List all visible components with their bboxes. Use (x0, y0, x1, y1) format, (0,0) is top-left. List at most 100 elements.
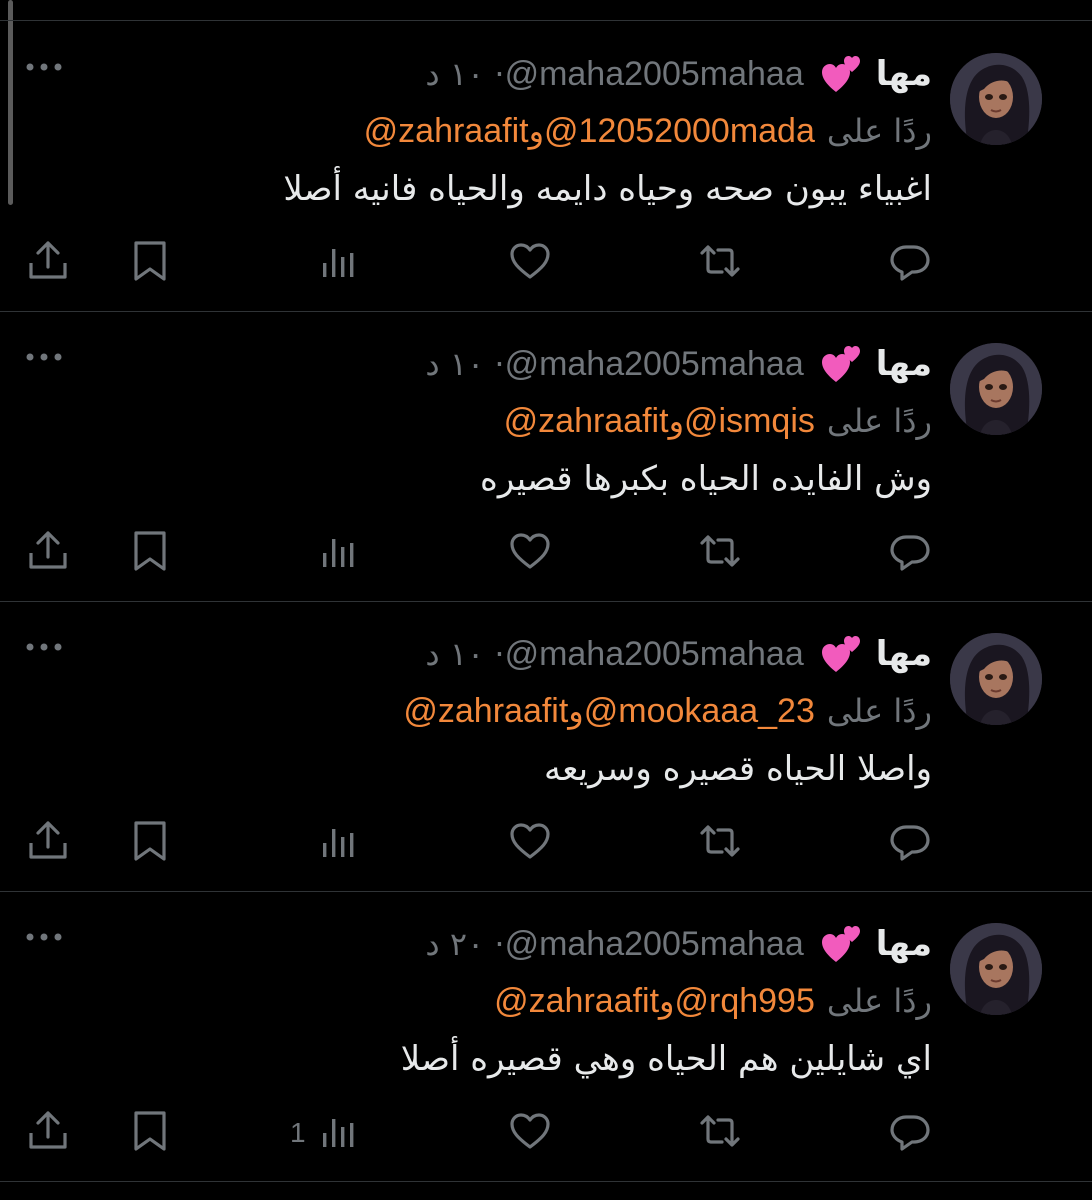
two-hearts-emoji-icon (821, 636, 860, 672)
bookmark-icon (134, 531, 166, 571)
retweet-icon (700, 825, 740, 857)
user-handle[interactable]: @maha2005mahaa (505, 55, 804, 94)
timestamp[interactable]: · ١٠ د (425, 55, 504, 93)
reply-button[interactable] (888, 239, 932, 283)
tweet[interactable]: مها @maha2005mahaa · ١٠ د ردًا على @1205… (0, 21, 1092, 312)
tweet-text: اي شايلين هم الحياه وهي قصيره أصلا (400, 1039, 932, 1079)
reply-icon (890, 1115, 930, 1151)
bookmark-button[interactable] (128, 1109, 172, 1153)
reply-prefix: ردًا على (826, 982, 932, 1020)
avatar[interactable] (950, 53, 1042, 145)
retweet-button[interactable] (698, 1109, 742, 1153)
display-name[interactable]: مها (876, 924, 932, 964)
bookmark-button[interactable] (128, 239, 172, 283)
tweet-header: مها @maha2005mahaa · ١٠ د (425, 49, 932, 99)
reply-context: ردًا على @rqh995 و @zahraafit (494, 975, 932, 1027)
share-icon (29, 241, 67, 279)
share-button[interactable] (26, 239, 70, 283)
two-hearts-emoji-icon (821, 56, 860, 92)
mention-link[interactable]: @zahraafit (403, 692, 568, 731)
retweet-icon (700, 245, 740, 277)
retweet-button[interactable] (698, 819, 742, 863)
tweet[interactable]: مها @maha2005mahaa · ١٠ د ردًا على @ismq… (0, 311, 1092, 602)
more-icon[interactable] (24, 61, 64, 73)
more-icon[interactable] (24, 641, 64, 653)
action-bar (0, 811, 1092, 871)
mention-link[interactable]: @zahraafit (504, 402, 669, 441)
bookmark-icon (134, 1111, 166, 1151)
like-icon (510, 243, 550, 279)
retweet-icon (700, 1115, 740, 1147)
bookmark-button[interactable] (128, 819, 172, 863)
like-button[interactable] (508, 819, 552, 863)
tweet[interactable]: مها @maha2005mahaa · ١٠ د ردًا على @mook… (0, 601, 1092, 892)
share-icon (29, 531, 67, 569)
views-icon (323, 1119, 354, 1147)
like-button[interactable] (508, 239, 552, 283)
user-handle[interactable]: @maha2005mahaa (505, 925, 804, 964)
retweet-button[interactable] (698, 529, 742, 573)
mention-link[interactable]: @zahraafit (364, 112, 529, 151)
tweet-text: واصلا الحياه قصيره وسريعه (544, 749, 932, 789)
user-handle[interactable]: @maha2005mahaa (505, 345, 804, 384)
avatar[interactable] (950, 343, 1042, 435)
tweet-text: اغبياء يبون صحه وحياه دايمه والحياه فاني… (283, 169, 932, 209)
reply-context: ردًا على @12052000mada و @zahraafit (364, 105, 932, 157)
views-button[interactable] (318, 239, 362, 283)
reply-icon (890, 535, 930, 571)
share-button[interactable] (26, 529, 70, 573)
display-name[interactable]: مها (876, 344, 932, 384)
tweet-header: مها @maha2005mahaa · ١٠ د (425, 339, 932, 389)
bookmark-icon (134, 241, 166, 281)
share-icon (29, 821, 67, 859)
tweet-header: مها @maha2005mahaa · ٢٠ د (425, 919, 932, 969)
tweet-header: مها @maha2005mahaa · ١٠ د (425, 629, 932, 679)
like-button[interactable] (508, 529, 552, 573)
conjunction: و (659, 982, 675, 1020)
bookmark-button[interactable] (128, 529, 172, 573)
mention-link[interactable]: @mookaaa_23 (584, 692, 815, 731)
retweet-icon (700, 535, 740, 567)
retweet-button[interactable] (698, 239, 742, 283)
display-name[interactable]: مها (876, 54, 932, 94)
views-icon (323, 249, 354, 277)
mention-link[interactable]: @rqh995 (674, 982, 814, 1021)
avatar[interactable] (950, 633, 1042, 725)
share-button[interactable] (26, 1109, 70, 1153)
reply-prefix: ردًا على (826, 402, 932, 440)
reply-prefix: ردًا على (826, 112, 932, 150)
mention-link[interactable]: @12052000mada (544, 112, 815, 151)
views-icon (323, 829, 354, 857)
reply-context: ردًا على @ismqis و @zahraafit (504, 395, 932, 447)
more-icon[interactable] (24, 931, 64, 943)
like-icon (510, 533, 550, 569)
conjunction: و (668, 402, 685, 440)
mention-link[interactable]: @ismqis (684, 402, 815, 441)
user-handle[interactable]: @maha2005mahaa (505, 635, 804, 674)
like-button[interactable] (508, 1109, 552, 1153)
bookmark-icon (134, 821, 166, 861)
action-bar (0, 521, 1092, 581)
like-icon (510, 1113, 550, 1149)
reply-button[interactable] (888, 819, 932, 863)
more-icon[interactable] (24, 351, 64, 363)
timestamp[interactable]: · ١٠ د (425, 635, 504, 673)
timestamp[interactable]: · ١٠ د (425, 345, 504, 383)
views-button[interactable] (318, 819, 362, 863)
like-icon (510, 823, 550, 859)
mention-link[interactable]: @zahraafit (494, 982, 659, 1021)
timestamp[interactable]: · ٢٠ د (425, 925, 504, 963)
views-button[interactable] (318, 529, 362, 573)
views-button[interactable] (318, 1109, 362, 1153)
action-bar (0, 231, 1092, 291)
share-button[interactable] (26, 819, 70, 863)
action-bar: 1 (0, 1101, 1092, 1161)
reply-button[interactable] (888, 1109, 932, 1153)
display-name[interactable]: مها (876, 634, 932, 674)
tweet[interactable]: مها @maha2005mahaa · ٢٠ د ردًا على @rqh9… (0, 891, 1092, 1182)
reply-icon (890, 245, 930, 281)
two-hearts-emoji-icon (821, 346, 860, 382)
reply-button[interactable] (888, 529, 932, 573)
views-icon (323, 539, 354, 567)
avatar[interactable] (950, 923, 1042, 1015)
